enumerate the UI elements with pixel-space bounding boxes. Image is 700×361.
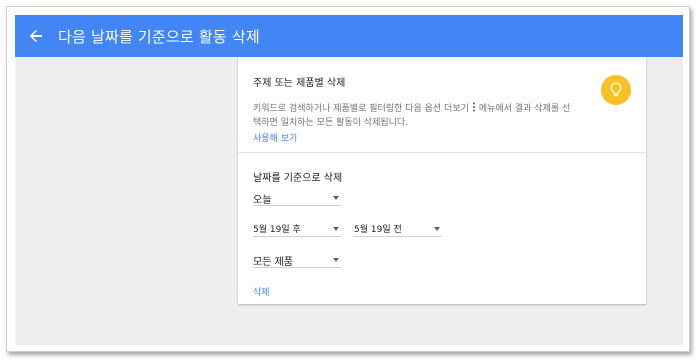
date-range-value: 오늘 (253, 195, 272, 206)
app-screen: 다음 날짜를 기준으로 활동 삭제 주제 또는 제품별 삭제 키워드로 검색하거… (15, 15, 683, 345)
product-select[interactable]: 모든 제품 (253, 252, 341, 268)
caret-down-icon (333, 227, 339, 231)
after-date-value: 5월 19일 후 (253, 225, 301, 235)
caret-down-icon (434, 227, 440, 231)
topic-section-description: 키워드로 검색하거나 제품별로 필터링한 다음 옵션 더보기 메뉴에서 결과 삭제… (253, 102, 593, 130)
app-bar: 다음 날짜를 기준으로 활동 삭제 (15, 15, 683, 57)
caret-down-icon (333, 196, 339, 200)
topic-delete-section: 주제 또는 제품별 삭제 키워드로 검색하거나 제품별로 필터링한 다음 옵션 … (238, 57, 646, 153)
product-value: 모든 제품 (253, 257, 293, 268)
try-it-link[interactable]: 사용해 보기 (253, 131, 297, 144)
lightbulb-icon (610, 82, 622, 96)
arrow-left-icon (29, 29, 42, 43)
description-text-2: 메뉴에서 결과 삭제를 선 (478, 104, 571, 114)
before-date-select[interactable]: 5월 19일 전 (354, 221, 442, 237)
tip-badge (601, 75, 631, 105)
delete-link[interactable]: 삭제 (253, 285, 270, 298)
description-text-3: 택하면 일치하는 모든 활동이 삭제됩니다. (253, 118, 409, 128)
caret-down-icon (333, 258, 339, 262)
before-date-value: 5월 19일 전 (354, 225, 402, 235)
topic-section-title: 주제 또는 제품별 삭제 (253, 78, 346, 89)
page-title: 다음 날짜를 기준으로 활동 삭제 (58, 27, 260, 46)
date-range-select[interactable]: 오늘 (253, 190, 341, 206)
description-text-1: 키워드로 검색하거나 제품별로 필터링한 다음 옵션 더보기 (253, 104, 469, 114)
more-vert-icon (472, 102, 475, 112)
after-date-select[interactable]: 5월 19일 후 (253, 221, 341, 237)
back-button[interactable] (15, 15, 57, 57)
screenshot-frame: 다음 날짜를 기준으로 활동 삭제 주제 또는 제품별 삭제 키워드로 검색하거… (6, 6, 690, 352)
delete-activity-card: 주제 또는 제품별 삭제 키워드로 검색하거나 제품별로 필터링한 다음 옵션 … (238, 57, 646, 304)
date-section-title: 날짜를 기준으로 삭제 (253, 173, 343, 184)
